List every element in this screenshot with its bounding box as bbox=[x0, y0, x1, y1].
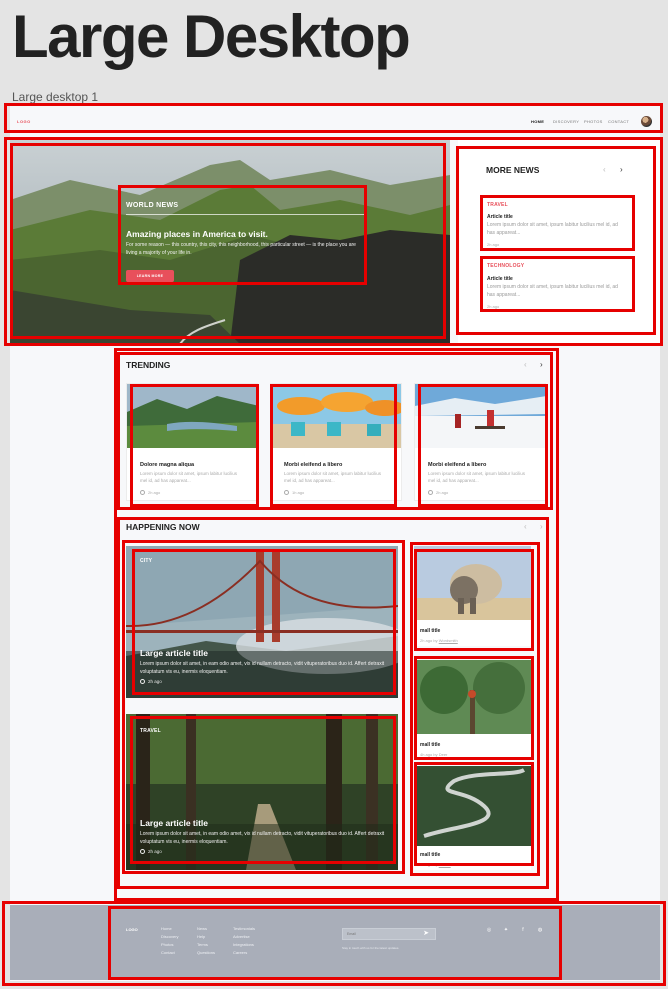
small-article-card[interactable]: mall title 2h ago by Wordsmith bbox=[414, 546, 531, 646]
chevron-right-icon[interactable]: › bbox=[620, 165, 623, 175]
more-news-title: MORE NEWS bbox=[486, 165, 540, 175]
nav-link-home[interactable]: HOME bbox=[531, 119, 544, 124]
author-link[interactable]: Deer bbox=[439, 752, 448, 757]
footer-link[interactable]: Advertise bbox=[233, 933, 255, 941]
clock-icon bbox=[284, 490, 289, 496]
trending-card[interactable]: Dolore magna aliqua Lorem ipsum dolor si… bbox=[126, 383, 258, 501]
card-image bbox=[127, 384, 257, 448]
footer-links-col-2: News Help Terms Questions bbox=[197, 925, 215, 957]
nav-link-contact[interactable]: CONTACT bbox=[608, 119, 629, 124]
large-article-card[interactable] bbox=[126, 714, 398, 870]
small-article-title: mall title bbox=[420, 852, 441, 858]
tree-image bbox=[414, 660, 531, 734]
nav-link-photos[interactable]: PHOTOS bbox=[584, 119, 603, 124]
card-image bbox=[415, 384, 545, 448]
large-article-title: Large article title bbox=[140, 648, 209, 658]
large-article-title: Large article title bbox=[140, 818, 209, 828]
large-article-category: TRAVEL bbox=[140, 728, 161, 734]
forest-image bbox=[126, 714, 398, 870]
happening-now-title: HAPPENING NOW bbox=[126, 522, 200, 532]
small-article-meta: 4h ago by Deer bbox=[420, 752, 448, 757]
footer bbox=[10, 905, 660, 980]
large-article-excerpt: Lorem ipsum dolor sit amet, in eam odio … bbox=[140, 661, 385, 675]
small-article-title: mall title bbox=[420, 628, 441, 634]
small-article-meta: 2h ago by Wordsmith bbox=[420, 638, 458, 643]
footer-link[interactable]: Photos bbox=[161, 941, 179, 949]
frame-label: Large desktop 1 bbox=[12, 90, 99, 104]
footer-links-col-1: Home Discovery Photos Contact bbox=[161, 925, 179, 957]
footer-links-col-3: Testimonials Advertise Integrations Care… bbox=[233, 925, 255, 957]
footer-link[interactable]: Questions bbox=[197, 949, 215, 957]
page-heading: Large Desktop bbox=[12, 3, 411, 70]
footer-link[interactable]: Contact bbox=[161, 949, 179, 957]
footer-link[interactable]: Discovery bbox=[161, 933, 179, 941]
chevron-right-icon[interactable]: › bbox=[540, 360, 543, 370]
footer-link[interactable]: Terms bbox=[197, 941, 215, 949]
large-article-category: CITY bbox=[140, 558, 153, 564]
hero-title: Amazing places in America to visit. bbox=[126, 229, 268, 239]
chevron-left-icon[interactable]: ‹ bbox=[524, 360, 527, 370]
card-excerpt: Lorem ipsum dolor sit amet, ipsum labitu… bbox=[428, 471, 526, 483]
large-article-meta: 2h ago bbox=[140, 849, 162, 855]
nav-link-discovery[interactable]: DISCOVERY bbox=[553, 119, 579, 124]
chevron-right-icon[interactable]: › bbox=[540, 522, 543, 532]
card-meta: 2h ago bbox=[428, 490, 448, 496]
card-title: Morbi eleifend a libero bbox=[284, 462, 343, 468]
article-title[interactable]: Article title bbox=[487, 276, 513, 282]
card-meta: 1h ago bbox=[284, 490, 304, 496]
footer-logo[interactable]: LOGO bbox=[126, 927, 138, 932]
clock-icon bbox=[140, 849, 145, 855]
card-title: Dolore magna aliqua bbox=[140, 462, 195, 468]
footer-link[interactable]: Home bbox=[161, 925, 179, 933]
small-article-card[interactable]: mall title 4h ago by Deer bbox=[414, 660, 531, 760]
article-meta: 2h ago bbox=[487, 242, 500, 247]
clock-icon bbox=[140, 490, 145, 496]
send-icon[interactable]: ➤ bbox=[421, 929, 431, 939]
small-article-title: mall title bbox=[420, 742, 441, 748]
chevron-left-icon[interactable]: ‹ bbox=[603, 165, 606, 175]
trending-card[interactable]: Morbi eleifend a libero Lorem ipsum dolo… bbox=[414, 383, 546, 501]
learn-more-button[interactable]: LEARN MORE bbox=[126, 270, 174, 282]
trending-title: TRENDING bbox=[126, 360, 171, 370]
clock-icon bbox=[428, 490, 433, 496]
card-excerpt: Lorem ipsum dolor sit amet, ipsum labitu… bbox=[284, 471, 382, 483]
author-link[interactable]: Wicket bbox=[439, 862, 451, 867]
user-avatar[interactable] bbox=[641, 116, 652, 127]
author-link[interactable]: Wordsmith bbox=[439, 638, 458, 643]
small-article-card[interactable]: mall title 1h ago by Wicket bbox=[414, 766, 531, 870]
card-meta: 2h ago bbox=[140, 490, 160, 496]
card-image bbox=[271, 384, 401, 448]
footer-link[interactable]: Testimonials bbox=[233, 925, 255, 933]
hero-divider bbox=[126, 214, 364, 215]
footer-link[interactable]: Integrations bbox=[233, 941, 255, 949]
dribbble-icon[interactable]: ◍ bbox=[536, 926, 544, 934]
article-excerpt: Lorem ipsum dolor sit amet, ipsum labitu… bbox=[487, 284, 618, 298]
elephant-image bbox=[414, 546, 531, 620]
hero-text: For some reason — this country, this cit… bbox=[126, 242, 356, 256]
nav-logo[interactable]: LOGO bbox=[17, 119, 31, 124]
article-category: TECHNOLOGY bbox=[487, 263, 525, 269]
card-excerpt: Lorem ipsum dolor sit amet, ipsum labitu… bbox=[140, 471, 238, 483]
instagram-icon[interactable]: ◎ bbox=[485, 926, 493, 934]
facebook-icon[interactable]: f bbox=[519, 926, 527, 934]
newsletter-note: Stay in touch with us for the latest upd… bbox=[342, 946, 400, 950]
article-meta: 2h ago bbox=[487, 304, 500, 309]
trending-card[interactable]: Morbi eleifend a libero Lorem ipsum dolo… bbox=[270, 383, 402, 501]
small-article-meta: 1h ago by Wicket bbox=[420, 862, 451, 867]
hero-eyebrow: WORLD NEWS bbox=[126, 202, 179, 209]
footer-link[interactable]: Help bbox=[197, 933, 215, 941]
large-article-meta: 2h ago bbox=[140, 679, 162, 685]
article-excerpt: Lorem ipsum dolor sit amet, ipsum labitu… bbox=[487, 222, 618, 236]
article-category: TRAVEL bbox=[487, 202, 508, 208]
footer-link[interactable]: Careers bbox=[233, 949, 255, 957]
chevron-left-icon[interactable]: ‹ bbox=[524, 522, 527, 532]
twitter-icon[interactable]: ✦ bbox=[502, 926, 510, 934]
road-image bbox=[414, 766, 531, 846]
article-title[interactable]: Article title bbox=[487, 214, 513, 220]
card-title: Morbi eleifend a libero bbox=[428, 462, 487, 468]
footer-link[interactable]: News bbox=[197, 925, 215, 933]
clock-icon bbox=[140, 679, 145, 685]
large-article-excerpt: Lorem ipsum dolor sit amet, in eam odio … bbox=[140, 831, 385, 845]
